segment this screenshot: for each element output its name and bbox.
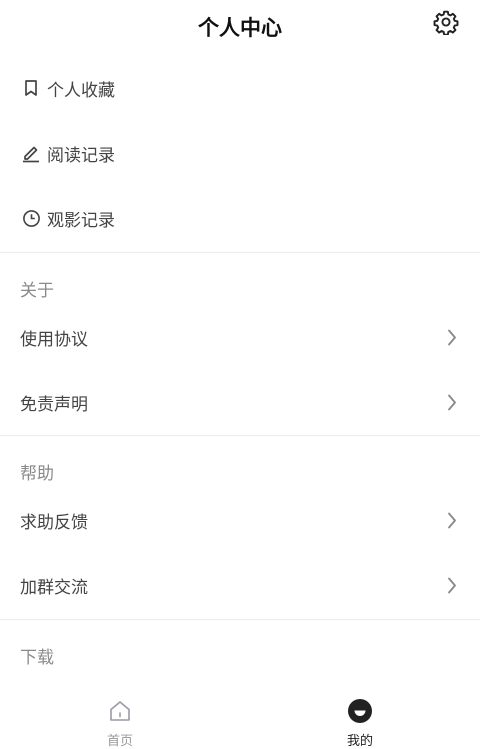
menu-item-label: 个人收藏	[47, 80, 115, 101]
menu-item-label: 使用协议	[20, 329, 88, 350]
chevron-right-icon	[446, 393, 458, 411]
chevron-right-icon	[446, 511, 458, 529]
menu-item-label: 免责声明	[20, 394, 88, 415]
menu-item-join-group[interactable]: 加群交流	[0, 559, 480, 611]
tab-home[interactable]: 首页	[0, 687, 240, 749]
chevron-right-icon	[446, 328, 458, 346]
settings-button[interactable]	[432, 10, 460, 38]
clock-icon	[20, 207, 42, 229]
menu-item-label: 阅读记录	[47, 145, 115, 166]
menu-item-viewing-history[interactable]: 观影记录	[0, 192, 480, 244]
page-title: 个人中心	[198, 16, 282, 40]
tab-label: 首页	[106, 734, 133, 749]
profile-icon	[347, 698, 373, 724]
menu-item-terms[interactable]: 使用协议	[0, 311, 480, 363]
section-title-help: 帮助	[20, 464, 54, 484]
bookmark-icon	[20, 77, 42, 99]
section-divider	[0, 619, 480, 620]
gear-icon	[433, 9, 459, 39]
menu-item-label: 观影记录	[47, 210, 115, 231]
menu-item-reading-history[interactable]: 阅读记录	[0, 127, 480, 179]
home-icon	[107, 698, 133, 724]
menu-item-favorites[interactable]: 个人收藏	[0, 62, 480, 114]
section-title-about: 关于	[20, 281, 54, 301]
menu-item-label: 加群交流	[20, 577, 88, 598]
menu-item-disclaimer[interactable]: 免责声明	[0, 376, 480, 428]
menu-item-feedback[interactable]: 求助反馈	[0, 494, 480, 546]
pencil-icon	[20, 142, 42, 164]
section-title-download: 下载	[20, 648, 54, 668]
header: 个人中心	[0, 0, 480, 52]
section-divider	[0, 252, 480, 253]
tab-label: 我的	[346, 734, 373, 749]
tab-profile[interactable]: 我的	[240, 687, 480, 749]
section-divider	[0, 435, 480, 436]
chevron-right-icon	[446, 576, 458, 594]
menu-item-label: 求助反馈	[20, 512, 88, 533]
bottom-tab-bar: 首页 我的	[0, 687, 480, 749]
